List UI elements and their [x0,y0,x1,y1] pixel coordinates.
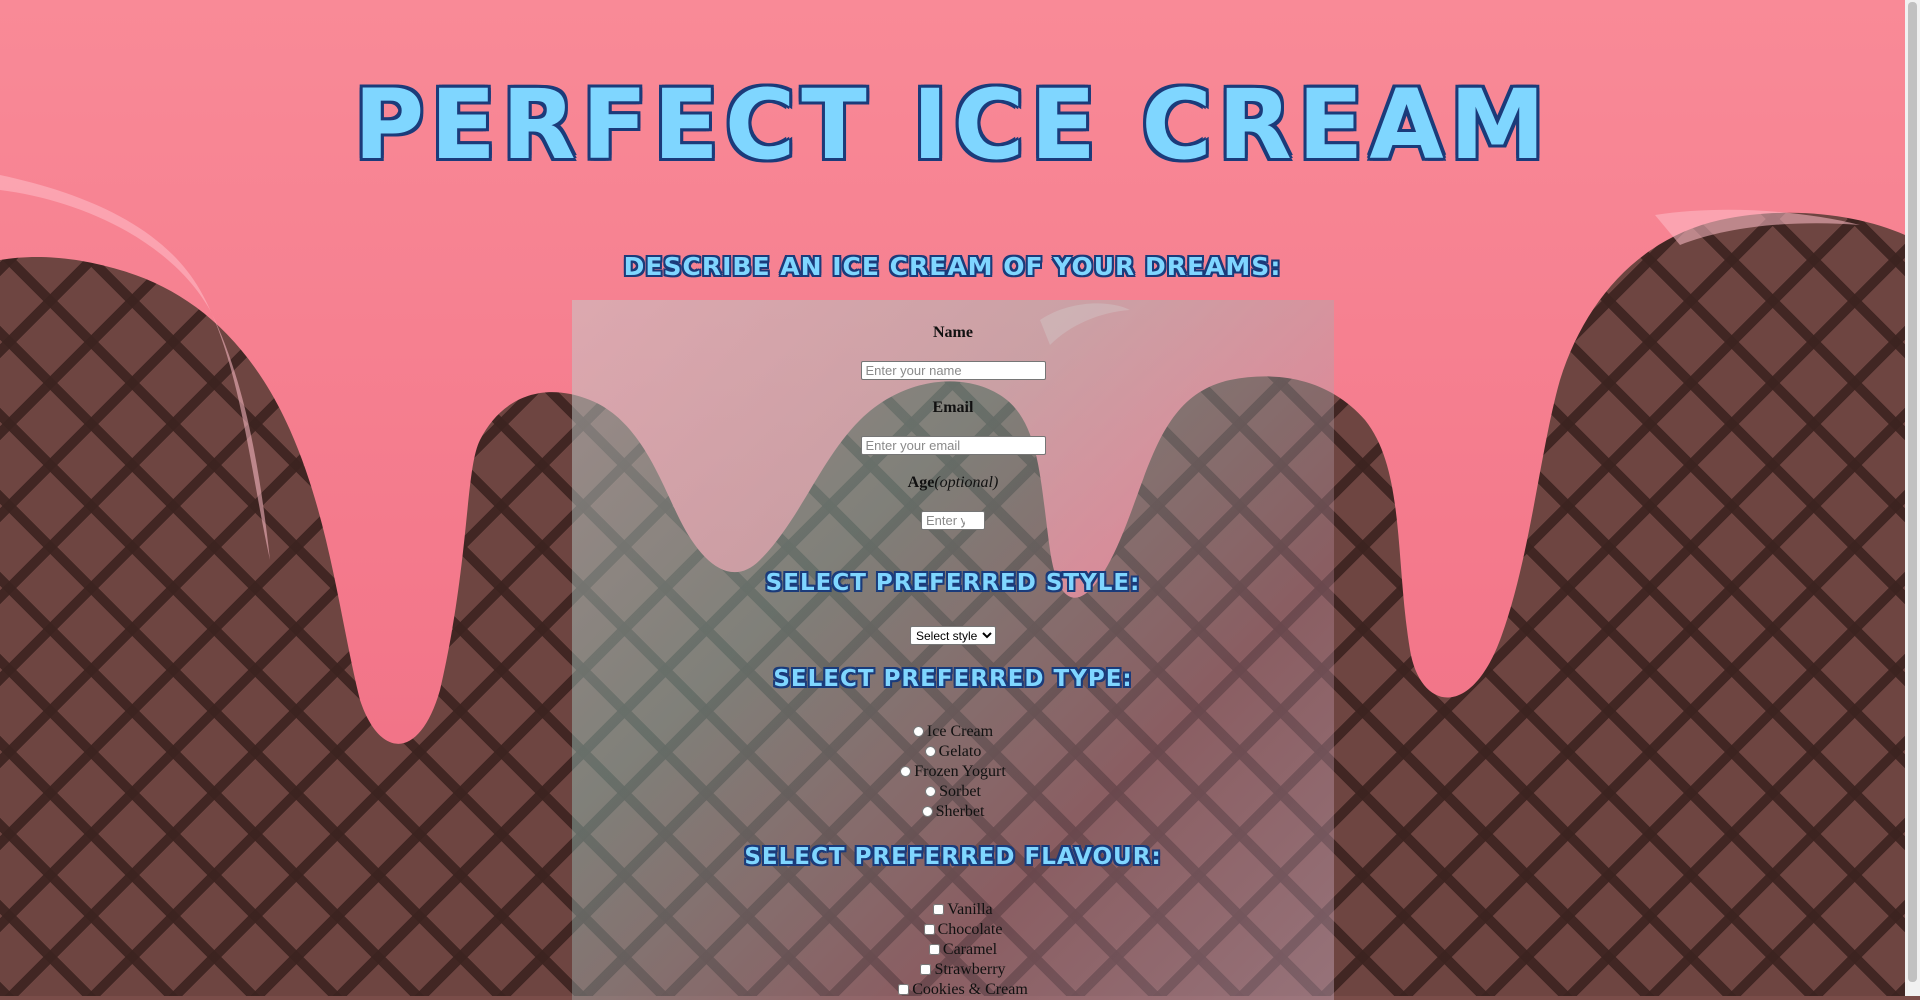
page-title: Perfect Ice Cream [353,69,1552,181]
flavour-option[interactable]: Caramel [572,940,1334,960]
flavour-checkbox[interactable] [933,904,945,915]
flavour-option[interactable]: Cookies & Cream [572,980,1334,1000]
survey-form: Name Email Age(optional) Select preferre… [572,300,1334,1000]
name-input[interactable] [860,361,1046,380]
flavour-option[interactable]: Strawberry [572,960,1334,980]
type-radio-group: Ice Cream Gelato Frozen Yogurt Sorbet Sh… [572,722,1334,822]
email-input[interactable] [860,436,1046,455]
type-option[interactable]: Ice Cream [572,722,1334,742]
flavour-checkbox[interactable] [923,924,935,935]
type-heading: Select preferred type: [773,666,1133,692]
type-radio[interactable] [925,786,937,797]
age-input[interactable] [921,511,985,530]
flavour-option[interactable]: Chocolate [572,920,1334,940]
type-radio[interactable] [921,806,933,817]
flavour-checkbox[interactable] [898,984,910,995]
age-optional-note: (optional) [934,474,999,491]
form-heading: Describe an ice cream of your dreams: [623,252,1282,281]
type-option[interactable]: Sorbet [572,782,1334,802]
style-select[interactable]: Select style [910,626,996,645]
style-heading: Select preferred style: [765,570,1141,596]
type-radio[interactable] [924,746,936,757]
scrollbar-thumb[interactable] [1908,2,1917,982]
flavour-checkbox-group: Vanilla Chocolate Caramel Strawberry Coo… [572,900,1334,1000]
age-label-text: Age [907,474,935,491]
type-option[interactable]: Gelato [572,742,1334,762]
type-option[interactable]: Sherbet [572,802,1334,822]
type-radio[interactable] [900,766,912,777]
flavour-option[interactable]: Vanilla [572,900,1334,920]
type-radio[interactable] [912,726,924,737]
age-label: Age(optional) [572,474,1334,492]
flavour-checkbox[interactable] [928,944,940,955]
vertical-scrollbar[interactable] [1905,0,1920,996]
name-label: Name [933,324,973,341]
flavour-checkbox[interactable] [920,964,932,975]
type-option[interactable]: Frozen Yogurt [572,762,1334,782]
email-label: Email [932,399,974,416]
flavour-heading: Select preferred flavour: [744,844,1162,870]
